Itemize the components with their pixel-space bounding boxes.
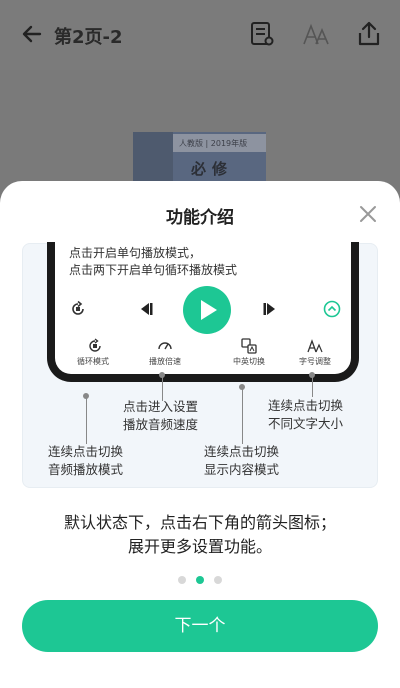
lang-callout-line2: 显示内容模式 (204, 462, 280, 477)
loop-callout: 连续点击切换 音频播放模式 (48, 443, 123, 479)
book-edition: 人教版 | 2019年版 (173, 134, 266, 152)
top-bar: 第2页-2 (0, 0, 400, 70)
notes-icon[interactable] (248, 20, 276, 48)
loop-mode-label: 循环模式 (77, 357, 109, 366)
pager-dot-1 (178, 576, 186, 584)
sheet-title: 功能介绍 (166, 208, 234, 228)
pager-dot-3 (214, 576, 222, 584)
description-line1: 默认状态下，点击右下角的箭头图标； (63, 513, 336, 532)
description-line2: 展开更多设置功能。 (127, 537, 272, 556)
speed-icon (158, 342, 172, 350)
play-icon (201, 300, 217, 320)
loop-mode-icon (89, 338, 101, 352)
single-sentence-icon (72, 300, 84, 315)
loop-callout-line2: 音频播放模式 (48, 462, 124, 477)
play-button (183, 286, 231, 334)
font-adjust-icon (307, 339, 323, 353)
speed-label: 播放倍速 (149, 357, 181, 366)
lang-connector (242, 387, 243, 444)
lang-callout: 连续点击切换 显示内容模式 (204, 443, 279, 479)
book-subject: 必修 (191, 160, 234, 178)
hint-line-1: 点击开启单句播放模式， (69, 246, 202, 260)
loop-callout-line1: 连续点击切换 (48, 444, 124, 459)
page-title: 第2页-2 (54, 27, 123, 48)
language-switch-icon (241, 338, 257, 354)
next-button[interactable]: 下一个 (22, 600, 378, 652)
loop-connector (86, 396, 87, 444)
font-connector (312, 375, 313, 397)
hint-line-2: 点击两下开启单句循环播放模式 (69, 263, 238, 277)
next-icon (263, 303, 275, 315)
share-icon[interactable] (355, 20, 383, 48)
phone-mockup: 点击开启单句播放模式， 点击两下开启单句循环播放模式 循环模式 播放倍速 中英切… (47, 242, 359, 382)
pager-dot-2 (196, 576, 204, 584)
feature-intro-sheet: 功能介绍 点击开启单句播放模式， 点击两下开启单句循环播放模式 循环模式 播放倍… (0, 181, 400, 688)
speed-callout-line1: 点击进入设置 (123, 399, 199, 414)
back-arrow-icon[interactable] (20, 22, 44, 46)
feature-illustration: 点击开启单句播放模式， 点击两下开启单句循环播放模式 循环模式 播放倍速 中英切… (22, 242, 378, 488)
font-adjust-label: 字号调整 (299, 357, 331, 366)
font-callout: 连续点击切换 不同文字大小 (268, 397, 343, 433)
previous-icon (141, 303, 153, 315)
font-size-icon[interactable] (302, 20, 330, 48)
font-callout-line2: 不同文字大小 (268, 416, 344, 431)
expand-arrow-icon (323, 300, 341, 318)
feature-description: 默认状态下，点击右下角的箭头图标； 展开更多设置功能。 (0, 511, 400, 559)
language-switch-label: 中英切换 (233, 357, 265, 366)
speed-callout-line2: 播放音频速度 (123, 417, 199, 432)
speed-callout: 点击进入设置 播放音频速度 (123, 398, 198, 434)
lang-callout-line1: 连续点击切换 (204, 444, 280, 459)
font-callout-line1: 连续点击切换 (268, 398, 344, 413)
close-icon[interactable] (357, 203, 379, 225)
